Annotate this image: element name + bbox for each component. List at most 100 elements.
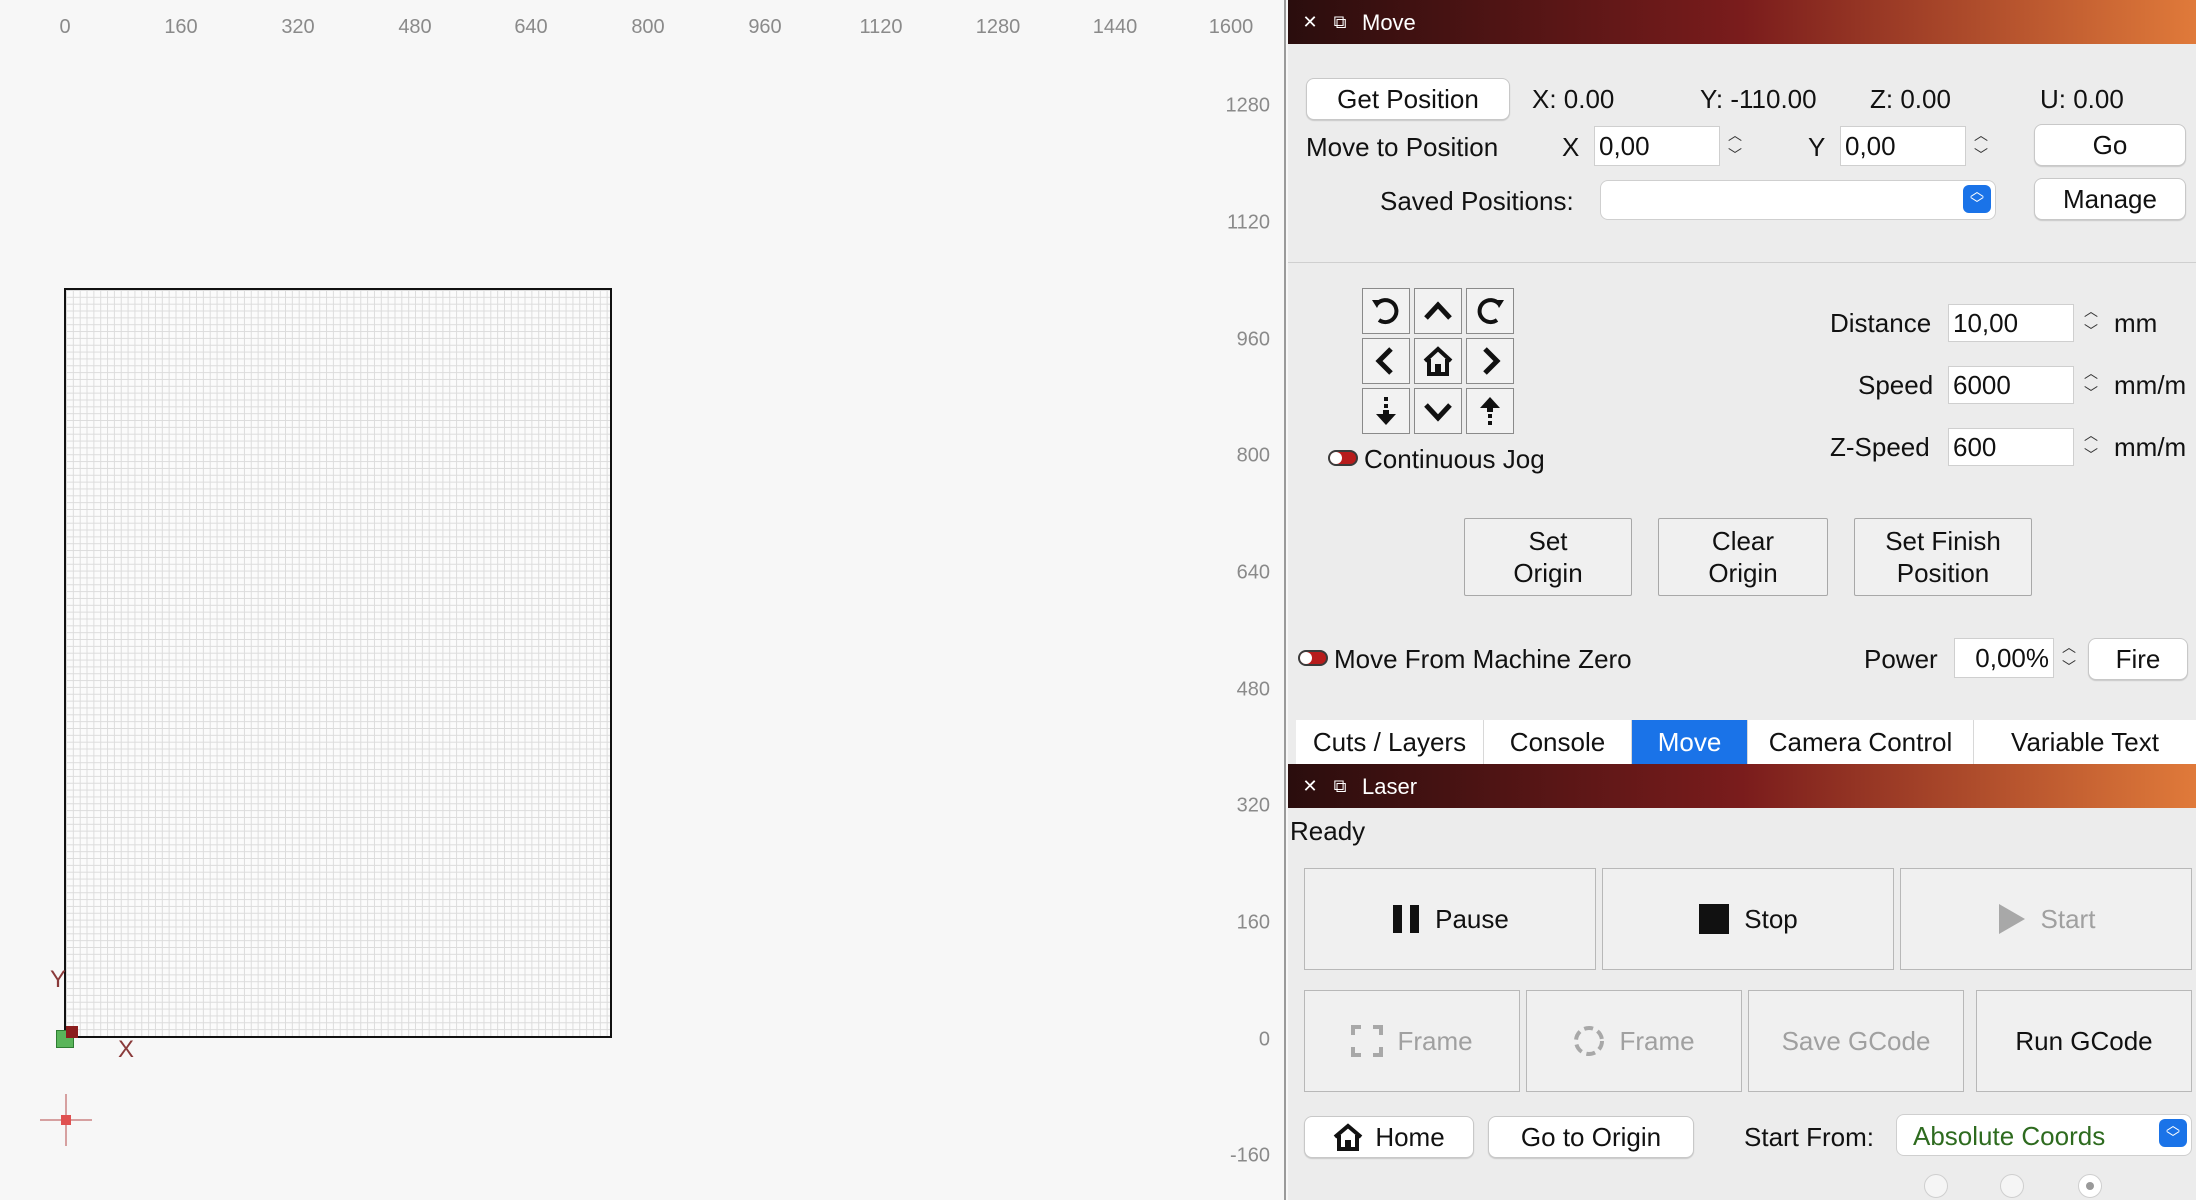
rotate-ccw-button[interactable] [1362, 288, 1410, 334]
laser-bed-grid[interactable] [64, 288, 612, 1038]
power-stepper[interactable]: ︿ ﹀ [2058, 638, 2080, 678]
radio-selected-dot [2086, 1182, 2094, 1190]
set-finish-line1: Set Finish [1885, 526, 2001, 556]
stop-label: Stop [1744, 903, 1798, 934]
power-label: Power [1864, 644, 1938, 674]
z-up-button[interactable] [1466, 388, 1514, 434]
tab-cuts-layers[interactable]: Cuts / Layers [1296, 720, 1484, 764]
move-from-machine-zero-toggle[interactable] [1298, 650, 1328, 666]
move-to-position-label: Move to Position [1306, 132, 1499, 162]
power-input[interactable] [1954, 638, 2054, 678]
tab-console[interactable]: Console [1484, 720, 1632, 764]
distance-stepper[interactable]: ︿ ﹀ [2080, 302, 2102, 342]
save-gcode-button[interactable]: Save GCode [1748, 990, 1964, 1092]
y-axis-label: Y [50, 966, 67, 993]
move-x-stepper[interactable]: ︿ ﹀ [1724, 126, 1746, 166]
ruler-tick-label: 960 [1236, 328, 1270, 351]
clear-origin-line1: Clear [1711, 526, 1775, 556]
frame-circular-label: Frame [1619, 1025, 1695, 1056]
pause-button[interactable]: Pause [1304, 868, 1596, 970]
move-x-label: X [1562, 132, 1580, 162]
run-gcode-button[interactable]: Run GCode [1976, 990, 2192, 1092]
float-window-icon[interactable]: ⧉ [1328, 774, 1352, 798]
position-x-readout: X: 0.00 [1532, 84, 1615, 114]
ruler-tick-label: 800 [1236, 444, 1270, 467]
job-origin-radio-1[interactable] [1924, 1174, 1948, 1198]
go-to-origin-button[interactable]: Go to Origin [1488, 1116, 1694, 1158]
move-y-label: Y [1808, 132, 1826, 162]
float-window-icon[interactable]: ⧉ [1328, 10, 1352, 34]
move-panel-title: Move [1362, 10, 1416, 35]
select-arrows-icon: ︿ ﹀ [2159, 1118, 2187, 1147]
jog-home-button[interactable] [1414, 338, 1462, 384]
crosshair-center-icon [61, 1115, 71, 1125]
ruler-tick-label: 1280 [975, 16, 1021, 38]
rotate-ccw-icon [1372, 298, 1399, 325]
start-from-label: Start From: [1744, 1122, 1875, 1152]
ruler-tick-label: 960 [748, 16, 782, 38]
set-origin-button[interactable]: Set Origin [1464, 518, 1632, 596]
job-origin-radio-2[interactable] [2000, 1174, 2024, 1198]
go-button[interactable]: Go [2034, 124, 2186, 166]
frame-rectangular-label: Frame [1397, 1025, 1473, 1056]
workspace-canvas[interactable]: 0 160 320 480 640 800 960 1120 1280 1440… [0, 0, 1286, 1200]
continuous-jog-toggle[interactable] [1328, 450, 1358, 466]
jog-up-button[interactable] [1414, 288, 1462, 334]
start-label: Start [2040, 903, 2096, 934]
chevron-left-icon [1375, 347, 1393, 375]
home-icon [1334, 1123, 1363, 1151]
manage-button[interactable]: Manage [2034, 178, 2186, 220]
jog-right-button[interactable] [1466, 338, 1514, 384]
z-down-button[interactable] [1362, 388, 1410, 434]
speed-stepper[interactable]: ︿ ﹀ [2080, 364, 2102, 404]
z-speed-input[interactable] [1948, 428, 2074, 466]
ruler-tick-label: 800 [631, 16, 665, 38]
get-position-button[interactable]: Get Position [1306, 78, 1510, 120]
saved-positions-select[interactable]: ︿ ﹀ [1600, 180, 1996, 220]
move-y-stepper[interactable]: ︿ ﹀ [1970, 126, 1992, 166]
ruler-tick-label: 640 [514, 16, 548, 38]
tab-variable-text[interactable]: Variable Text [1974, 720, 2196, 764]
ruler-tick-label: 1600 [1208, 16, 1254, 38]
select-arrows-icon: ︿ ﹀ [1963, 184, 1991, 213]
z-speed-label: Z-Speed [1830, 432, 1930, 462]
set-finish-line2: Position [1896, 558, 1990, 588]
panel-splitter[interactable] [1284, 0, 1286, 1200]
stop-button[interactable]: Stop [1602, 868, 1894, 970]
z-speed-stepper[interactable]: ︿ ﹀ [2080, 426, 2102, 466]
distance-unit: mm [2114, 308, 2158, 338]
frame-rectangle-icon [1351, 1025, 1384, 1057]
distance-label: Distance [1830, 308, 1932, 338]
fire-button[interactable]: Fire [2088, 638, 2188, 680]
tab-move[interactable]: Move [1632, 720, 1748, 764]
start-from-select[interactable]: Absolute Coords ︿ ﹀ [1896, 1114, 2192, 1156]
set-finish-position-button[interactable]: Set Finish Position [1854, 518, 2032, 596]
speed-unit: mm/m [2114, 370, 2187, 400]
continuous-jog-label: Continuous Jog [1364, 444, 1545, 474]
ruler-tick-label: 160 [1236, 911, 1270, 934]
move-y-input[interactable] [1840, 126, 1966, 166]
move-panel: ✕ ⧉ Move Get Position X: 0.00 Y: -110.00… [1288, 0, 2196, 765]
frame-circular-button[interactable]: Frame [1526, 990, 1742, 1092]
distance-input[interactable] [1948, 304, 2074, 342]
clear-origin-button[interactable]: Clear Origin [1658, 518, 1828, 596]
start-button[interactable]: Start [1900, 868, 2192, 970]
jog-down-button[interactable] [1414, 388, 1462, 434]
close-icon[interactable]: ✕ [1298, 10, 1322, 34]
rotate-cw-button[interactable] [1466, 288, 1514, 334]
chevron-right-icon [1483, 347, 1501, 375]
jog-left-button[interactable] [1362, 338, 1410, 384]
laser-panel-title: Laser [1362, 774, 1418, 799]
job-origin-radio-3[interactable] [2078, 1174, 2102, 1198]
z-speed-unit: mm/m [2114, 432, 2187, 462]
ruler-tick-label: 0 [59, 16, 71, 38]
arrow-down-dashed-icon [1376, 397, 1396, 425]
ruler-tick-label: 1280 [1225, 94, 1271, 117]
close-icon[interactable]: ✕ [1298, 774, 1322, 798]
ruler-tick-label: 1440 [1092, 16, 1138, 38]
home-button[interactable]: Home [1304, 1116, 1474, 1158]
frame-rectangular-button[interactable]: Frame [1304, 990, 1520, 1092]
tab-camera-control[interactable]: Camera Control [1748, 720, 1974, 764]
speed-input[interactable] [1948, 366, 2074, 404]
move-x-input[interactable] [1594, 126, 1720, 166]
